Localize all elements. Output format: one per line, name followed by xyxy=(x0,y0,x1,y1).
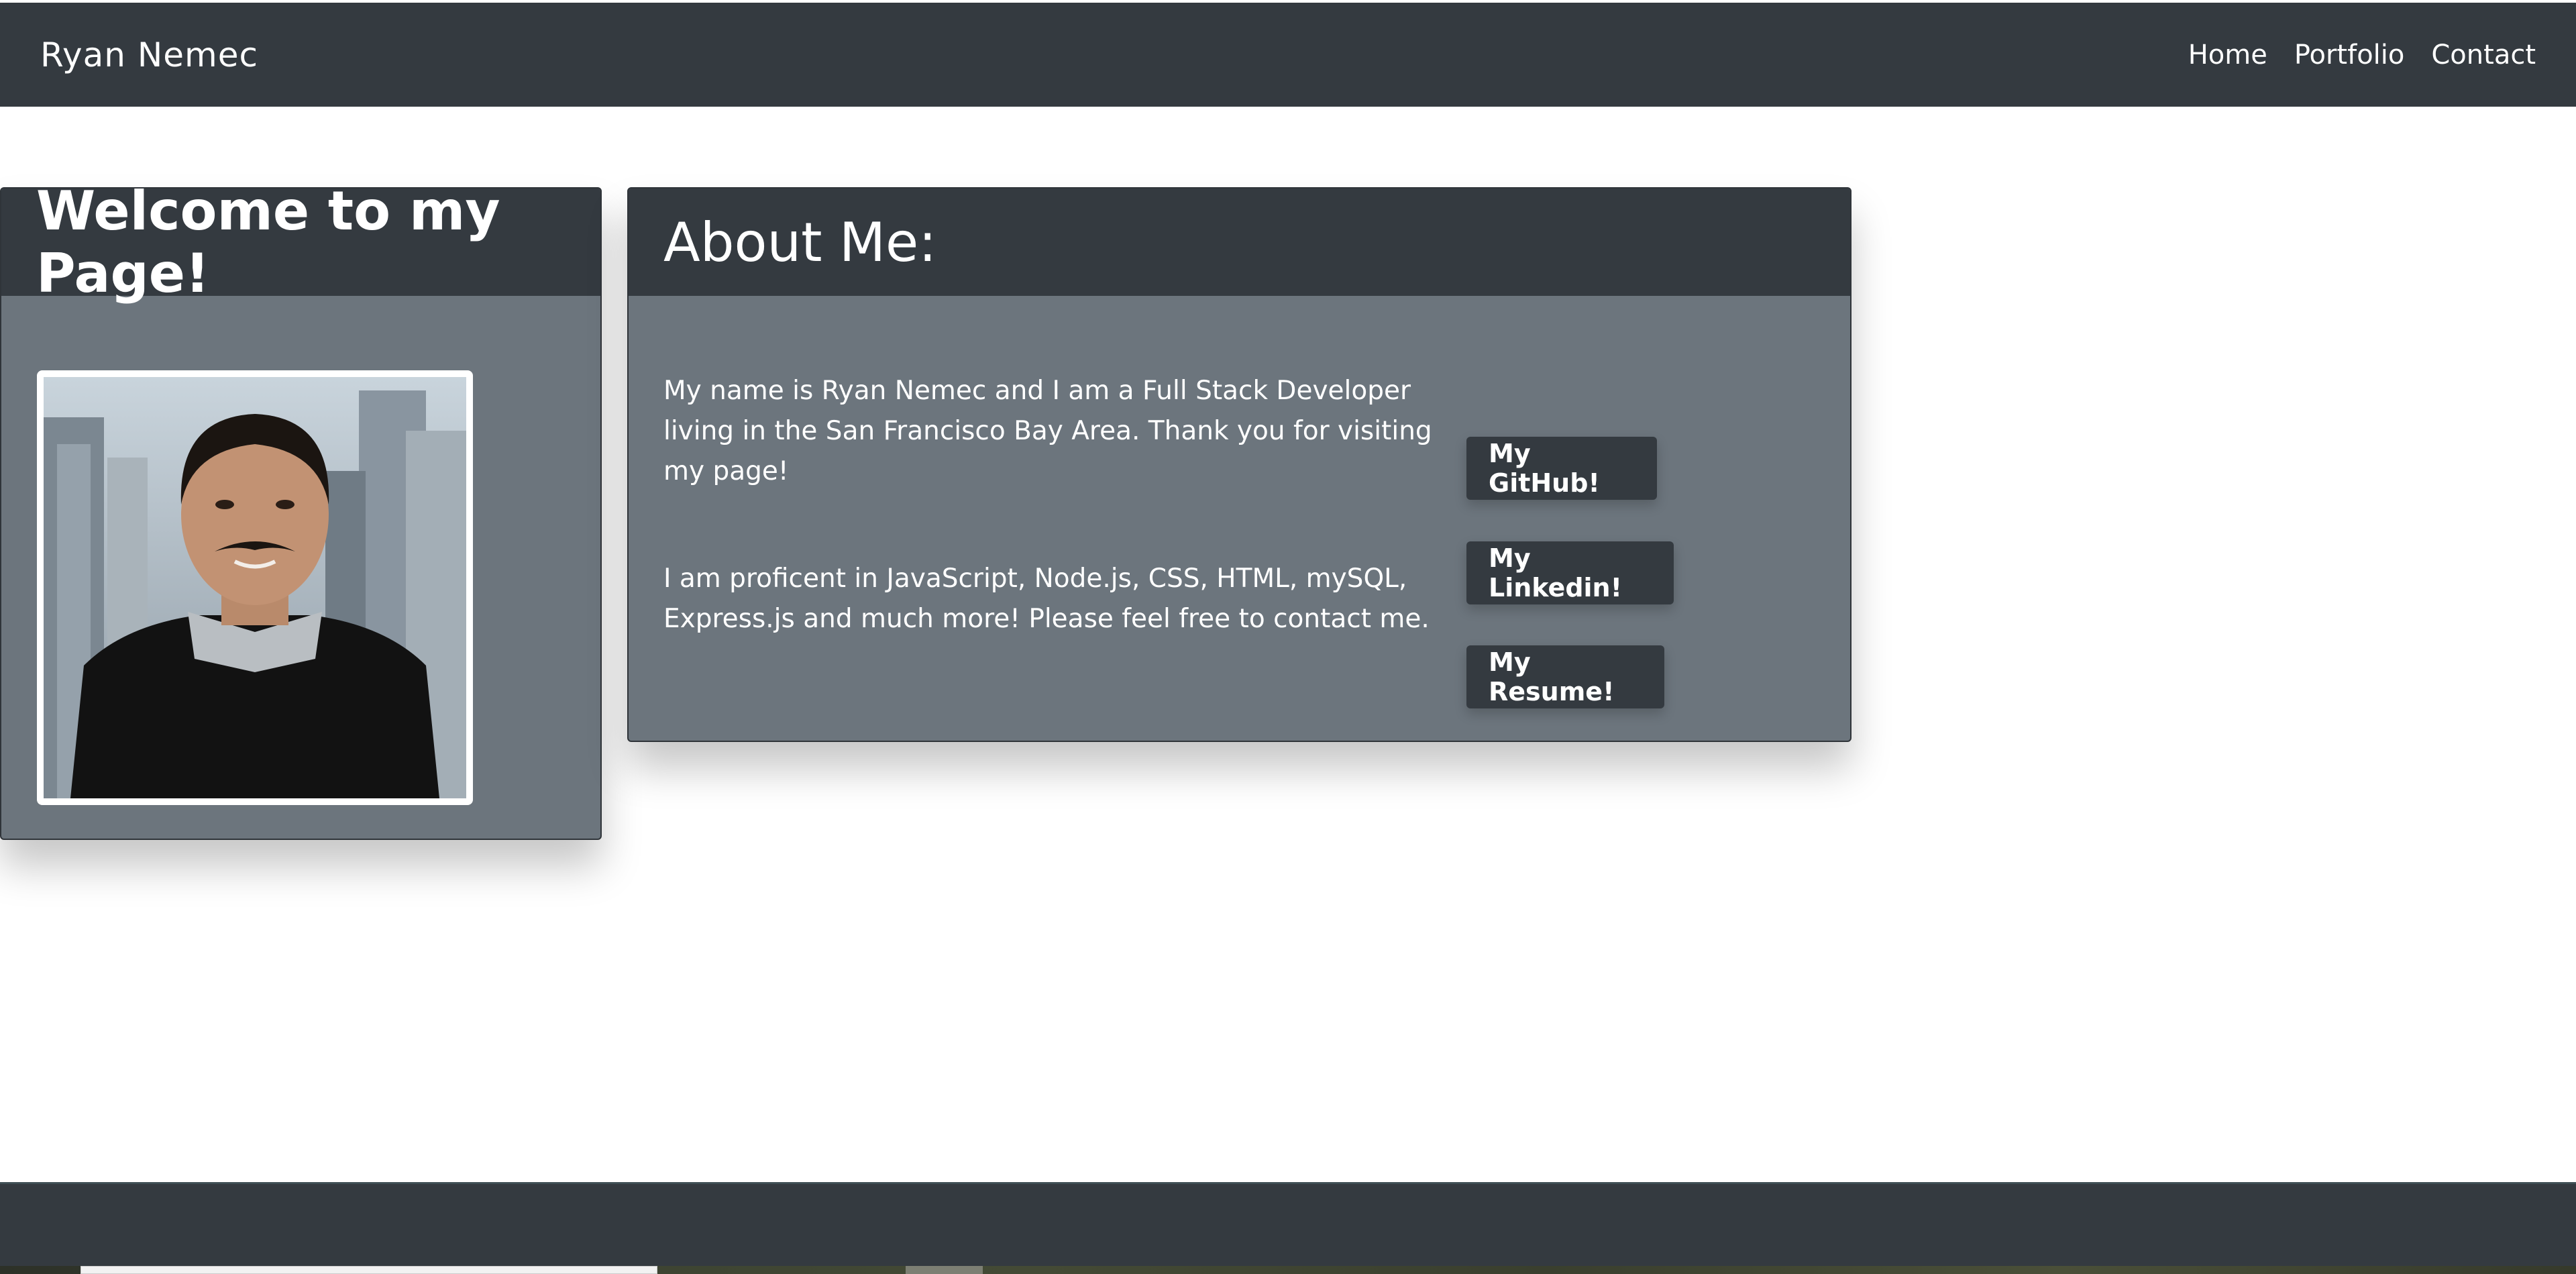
nav-link-portfolio[interactable]: Portfolio xyxy=(2294,40,2405,70)
profile-photo xyxy=(44,377,466,798)
welcome-title: Welcome to my Page! xyxy=(36,187,500,305)
welcome-card-header: Welcome to my Page! xyxy=(1,189,600,305)
profile-photo-frame xyxy=(37,370,473,805)
footer-block-edge xyxy=(906,1266,983,1274)
resume-button[interactable]: My Resume! xyxy=(1466,645,1664,708)
github-button[interactable]: My GitHub! xyxy=(1466,437,1657,500)
about-title: About Me: xyxy=(663,211,937,274)
about-card: About Me: My name is Ryan Nemec and I am… xyxy=(627,187,1851,742)
footer xyxy=(0,1182,2576,1274)
navbar-brand[interactable]: Ryan Nemec xyxy=(40,36,258,74)
about-paragraph-1: My name is Ryan Nemec and I am a Full St… xyxy=(663,376,1432,486)
about-text: My name is Ryan Nemec and I am a Full St… xyxy=(663,371,1442,706)
top-navbar: Ryan Nemec Home Portfolio Contact xyxy=(0,3,2576,107)
about-paragraph-2: I am proficent in JavaScript, Node.js, C… xyxy=(663,564,1430,634)
footer-input-edge xyxy=(80,1266,657,1274)
welcome-card: Welcome to my Page! xyxy=(0,187,602,840)
nav-link-contact[interactable]: Contact xyxy=(2431,40,2536,70)
nav-links: Home Portfolio Contact xyxy=(2188,40,2536,70)
nav-link-home[interactable]: Home xyxy=(2188,40,2267,70)
linkedin-button[interactable]: My Linkedin! xyxy=(1466,541,1674,604)
about-card-header: About Me: xyxy=(629,189,1850,296)
